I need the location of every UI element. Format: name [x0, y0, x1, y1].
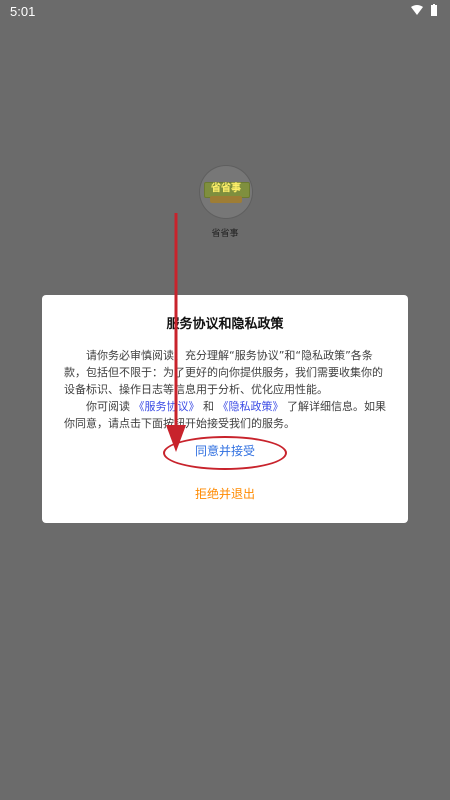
reject-button[interactable]: 拒绝并退出 — [42, 485, 408, 502]
status-icons — [410, 4, 438, 16]
dialog-paragraph-1: 请你务必审慎阅读、充分理解“服务协议”和“隐私政策”各条款，包括但不限于：为了更… — [64, 349, 383, 396]
app-logo: 省省事 — [200, 166, 252, 218]
logo-subbanner — [210, 196, 242, 203]
policy-dialog: 服务协议和隐私政策 请你务必审慎阅读、充分理解“服务协议”和“隐私政策”各条款，… — [42, 295, 408, 523]
paragraph-2-prefix: 你可阅读 — [86, 400, 130, 413]
dialog-paragraph-2: 你可阅读 《服务协议》 和 《隐私政策》 了解详细信息。如果你同意，请点击下面按… — [64, 398, 389, 432]
status-time: 5:01 — [10, 4, 36, 19]
dialog-title: 服务协议和隐私政策 — [166, 317, 284, 332]
highlight-ellipse — [163, 436, 287, 470]
privacy-policy-link[interactable]: 《隐私政策》 — [218, 400, 284, 413]
battery-icon — [431, 4, 437, 16]
wifi-icon — [411, 5, 423, 15]
status-bar: 5:01 — [0, 0, 450, 24]
paragraph-2-and: 和 — [203, 400, 214, 413]
logo-text: 省省事 — [211, 183, 241, 194]
dialog-body: 请你务必审慎阅读、充分理解“服务协议”和“隐私政策”各条款，包括但不限于：为了更… — [64, 347, 389, 432]
app-name: 省省事 — [211, 229, 239, 239]
service-agreement-link[interactable]: 《服务协议》 — [134, 400, 200, 413]
